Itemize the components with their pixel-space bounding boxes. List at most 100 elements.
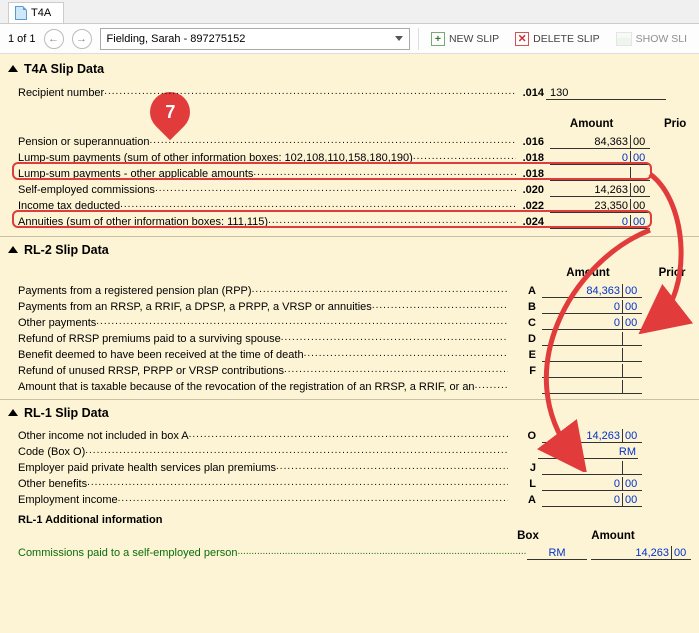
collapse-icon [8, 409, 18, 416]
form-row: Lump-sum payments - other applicable amo… [0, 166, 699, 182]
box-number: .024 [516, 216, 546, 228]
rl2-column-headers: Amount Prior [0, 263, 699, 283]
amount-cents[interactable]: 00 [630, 183, 650, 197]
delete-slip-label: DELETE SLIP [533, 33, 600, 45]
page-indicator: 1 of 1 [8, 33, 36, 45]
prior-header: Prio [641, 118, 691, 130]
amount-cents[interactable]: 00 [622, 477, 642, 491]
row-label: Refund of RRSP premiums paid to a surviv… [18, 333, 508, 345]
form-row: Self-employed commissions.02014,26300 [0, 182, 699, 198]
box-number: .022 [516, 200, 546, 212]
amount-cents[interactable] [622, 461, 642, 475]
amount-int[interactable] [542, 380, 622, 394]
recipient-dropdown[interactable]: Fielding, Sarah - 897275152 [100, 28, 410, 50]
amount-int[interactable]: 23,350 [550, 199, 630, 213]
amount-cents[interactable]: 00 [630, 135, 650, 149]
tab-label: T4A [31, 7, 51, 19]
document-icon [15, 6, 27, 20]
show-slip-label: SHOW SLI [636, 33, 687, 45]
amount-int[interactable] [542, 348, 622, 362]
addl-amount-cents[interactable]: 00 [671, 546, 691, 560]
amount-int[interactable]: 0 [542, 316, 622, 330]
row-label: Pension or superannuation [18, 136, 516, 148]
amount-cents[interactable] [622, 364, 642, 378]
prev-button[interactable]: ← [44, 29, 64, 49]
amount-cents[interactable]: 00 [630, 151, 650, 165]
rl1-addl-column-headers: Box Amount [0, 528, 699, 544]
amount-cents[interactable] [622, 348, 642, 362]
divider [418, 28, 419, 50]
amount-cents[interactable]: 00 [622, 316, 642, 330]
divider [0, 236, 699, 237]
addl-amount-int[interactable]: 14,263 [591, 546, 671, 560]
amount-int[interactable]: 14,263 [550, 183, 630, 197]
tab-bar: T4A [0, 0, 699, 24]
amount-header: Amount [558, 530, 668, 542]
amount-cents[interactable] [630, 167, 650, 181]
box-number: .018 [516, 168, 546, 180]
amount-cents[interactable]: 00 [622, 284, 642, 298]
delete-slip-button[interactable]: ✕ DELETE SLIP [511, 32, 604, 46]
section-header-rl2[interactable]: RL-2 Slip Data [0, 239, 699, 259]
show-icon [616, 32, 632, 46]
amount-int[interactable] [542, 332, 622, 346]
prior-header: Prior [638, 267, 688, 279]
rl1-rows: Other income not included in box AO14,26… [0, 428, 699, 508]
amount-int[interactable] [542, 364, 622, 378]
amount-int[interactable]: 0 [550, 215, 630, 229]
collapse-icon [8, 65, 18, 72]
recipient-number-value[interactable]: 130 [546, 86, 666, 100]
amount-cents[interactable]: 00 [622, 429, 642, 443]
amount-int[interactable]: 84,363 [542, 284, 622, 298]
amount-int[interactable]: 84,363 [550, 135, 630, 149]
addl-box[interactable]: RM [527, 547, 587, 560]
amount-cents[interactable] [622, 380, 642, 394]
amount-cents[interactable]: 00 [622, 493, 642, 507]
next-button[interactable]: → [72, 29, 92, 49]
row-label: Payments from an RRSP, a RRIF, a DPSP, a… [18, 301, 508, 313]
amount-int[interactable]: 0 [542, 477, 622, 491]
t4a-column-headers: Amount Prio [0, 114, 699, 134]
amount-int[interactable]: 14,263 [542, 429, 622, 443]
form-row: Other benefitsL000 [0, 476, 699, 492]
amount-int[interactable]: 0 [542, 493, 622, 507]
chevron-down-icon [395, 36, 403, 41]
code-value[interactable]: RM [538, 445, 638, 459]
row-label: Benefit deemed to have been received at … [18, 349, 508, 361]
row-label: Other benefits [18, 478, 508, 490]
amount-cents[interactable]: 00 [622, 300, 642, 314]
amount-header: Amount [542, 118, 641, 130]
form-row: Pension or superannuation.01684,36300 [0, 134, 699, 150]
rl1-additional-header: RL-1 Additional information [0, 508, 699, 528]
collapse-icon [8, 246, 18, 253]
form-row: Income tax deducted.02223,35000 [0, 198, 699, 214]
section-title: T4A Slip Data [24, 62, 104, 76]
row-label: Self-employed commissions [18, 184, 516, 196]
amount-cents[interactable]: 00 [630, 215, 650, 229]
form-row: Other income not included in box AO14,26… [0, 428, 699, 444]
row-label: Employer paid private health services pl… [18, 462, 508, 474]
form-row: Amount that is taxable because of the re… [0, 379, 699, 395]
form-row: Refund of unused RRSP, PRPP or VRSP cont… [0, 363, 699, 379]
form-content[interactable]: T4A Slip Data 7 Recipient number .014 13… [0, 54, 699, 633]
divider [0, 399, 699, 400]
amount-int[interactable] [550, 167, 630, 181]
toolbar: 1 of 1 ← → Fielding, Sarah - 897275152 +… [0, 24, 699, 54]
amount-int[interactable]: 0 [550, 151, 630, 165]
section-header-rl1[interactable]: RL-1 Slip Data [0, 402, 699, 422]
show-slip-button[interactable]: SHOW SLI [612, 32, 691, 46]
tab-t4a[interactable]: T4A [8, 2, 64, 23]
row-label: Code (Box O) [18, 446, 508, 458]
recipient-number-label: Recipient number [18, 87, 516, 99]
amount-int[interactable]: 0 [542, 300, 622, 314]
amount-int[interactable] [542, 461, 622, 475]
form-row: Lump-sum payments (sum of other informat… [0, 150, 699, 166]
recipient-name: Fielding, Sarah - 897275152 [107, 33, 246, 45]
form-row: Payments from an RRSP, a RRIF, a DPSP, a… [0, 299, 699, 315]
form-row: Employer paid private health services pl… [0, 460, 699, 476]
new-slip-button[interactable]: + NEW SLIP [427, 32, 503, 46]
amount-cents[interactable]: 00 [630, 199, 650, 213]
section-header-t4a[interactable]: T4A Slip Data [0, 58, 699, 78]
form-row: Other paymentsC000 [0, 315, 699, 331]
amount-cents[interactable] [622, 332, 642, 346]
